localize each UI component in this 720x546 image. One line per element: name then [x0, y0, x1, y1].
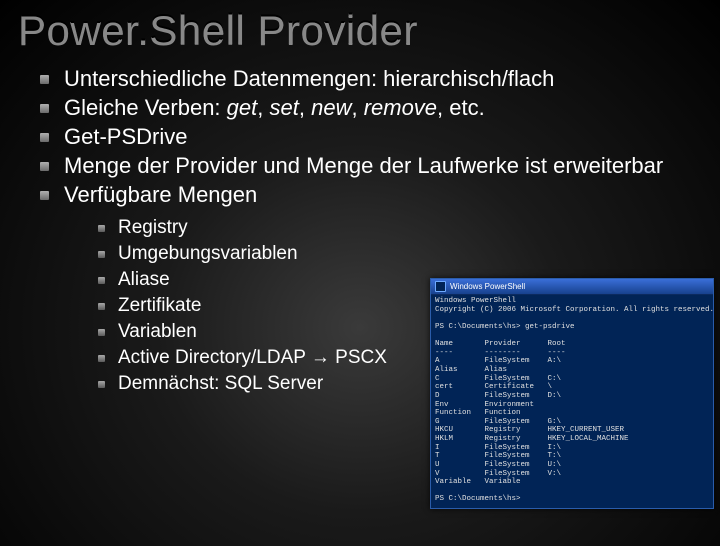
powershell-window: Windows PowerShell Windows PowerShell Co…: [430, 278, 714, 509]
verben-suffix: , etc.: [437, 95, 485, 120]
powershell-title-text: Windows PowerShell: [450, 282, 525, 291]
sub-env: Umgebungsvariablen: [98, 241, 720, 267]
verben-list: get, set, new, remove: [227, 95, 437, 120]
sub-registry: Registry: [98, 215, 720, 241]
verben-prefix: Gleiche Verben:: [64, 95, 227, 120]
bullet-datenmengen: Unterschiedliche Datenmengen: hierarchis…: [40, 64, 720, 93]
powershell-icon: [435, 281, 446, 292]
powershell-body: Windows PowerShell Copyright (C) 2006 Mi…: [431, 295, 713, 508]
page-title: Power.Shell Provider: [18, 6, 720, 54]
bullet-erweiterbar: Menge der Provider und Menge der Laufwer…: [40, 151, 720, 180]
powershell-titlebar: Windows PowerShell: [431, 279, 713, 295]
bullet-getpsdrive: Get-PSDrive: [40, 122, 720, 151]
bullet-verben: Gleiche Verben: get, set, new, remove, e…: [40, 93, 720, 122]
